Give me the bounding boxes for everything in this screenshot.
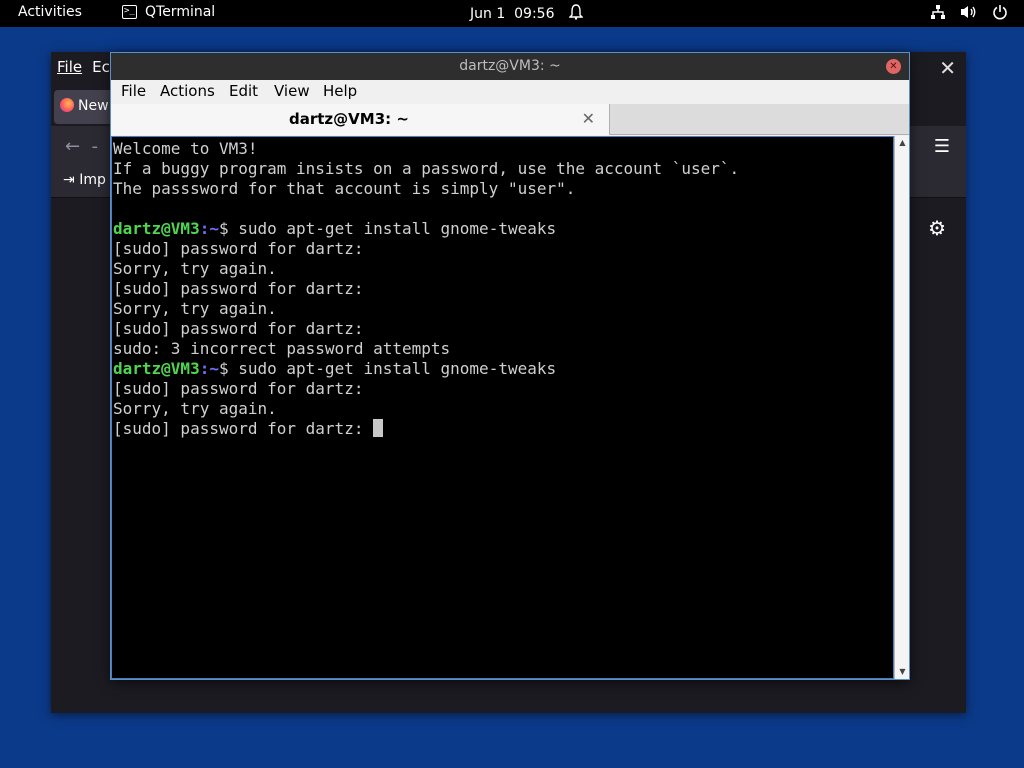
import-bookmarks-button[interactable]: ⇥ Imp — [63, 172, 106, 188]
app-name: QTerminal — [145, 4, 216, 20]
output-line: Welcome to VM3! — [113, 139, 258, 158]
scroll-down-arrow-icon[interactable]: ▼ — [896, 665, 909, 679]
text-cursor — [373, 419, 384, 437]
output-line: [sudo] password for dartz: — [113, 319, 364, 338]
system-tray[interactable] — [930, 4, 1008, 24]
prompt-path: :~ — [199, 359, 219, 378]
terminal-tab[interactable]: dartz@VM3: ~ ✕ — [111, 104, 610, 135]
network-icon — [930, 4, 946, 24]
output-line: [sudo] password for dartz: — [113, 379, 364, 398]
menu-actions[interactable]: Actions — [160, 82, 215, 100]
command-text: $ sudo apt-get install gnome-tweaks — [218, 219, 557, 238]
prompt-path: :~ — [199, 219, 219, 238]
vertical-scrollbar[interactable]: ▲ ▼ — [894, 136, 909, 679]
command-text: $ sudo apt-get install gnome-tweaks — [218, 359, 557, 378]
output-line: Sorry, try again. — [113, 299, 277, 318]
command-line: dartz@VM3:~$ sudo apt-get install gnome-… — [113, 359, 739, 379]
power-icon — [992, 4, 1008, 24]
terminal-output: Welcome to VM3! If a buggy program insist… — [113, 139, 739, 439]
scroll-up-arrow-icon[interactable]: ▲ — [896, 136, 909, 150]
app-menu[interactable]: >_ QTerminal — [122, 4, 215, 20]
browser-menu-edit[interactable]: Ec — [92, 58, 110, 76]
input-line: [sudo] password for dartz: — [113, 419, 739, 439]
import-icon: ⇥ — [63, 172, 75, 188]
output-line: [sudo] password for dartz: — [113, 279, 364, 298]
command-line: dartz@VM3:~$ sudo apt-get install gnome-… — [113, 219, 739, 239]
clock[interactable]: Jun 1 09:56 — [470, 4, 584, 24]
browser-menu-file[interactable]: File — [57, 58, 82, 76]
date: Jun 1 09:56 — [470, 6, 555, 22]
window-title: dartz@VM3: ~ — [459, 58, 561, 74]
hamburger-menu-icon[interactable]: ☰ — [934, 136, 950, 157]
menu-help[interactable]: Help — [323, 82, 357, 100]
menu-view[interactable]: View — [274, 82, 310, 100]
output-line: If a buggy program insists on a password… — [113, 159, 740, 178]
output-line: sudo: 3 incorrect password attempts — [113, 339, 451, 358]
close-icon[interactable]: ✕ — [886, 59, 901, 74]
prompt-user: dartz@VM3 — [113, 219, 200, 238]
terminal-menubar: File Actions Edit View Help — [111, 80, 909, 104]
close-icon[interactable]: ✕ — [939, 56, 956, 80]
prompt-user: dartz@VM3 — [113, 359, 200, 378]
gear-icon[interactable]: ⚙ — [928, 216, 946, 240]
activities-button[interactable]: Activities — [18, 4, 82, 20]
output-line: Sorry, try again. — [113, 259, 277, 278]
alarm-bell-icon — [567, 4, 584, 24]
terminal-titlebar[interactable]: dartz@VM3: ~ ✕ — [111, 53, 909, 80]
browser-tab-label: New — [78, 98, 109, 114]
firefox-icon — [60, 98, 74, 112]
terminal-icon: >_ — [122, 5, 137, 19]
back-arrow-icon[interactable]: ← - — [65, 136, 98, 157]
tab-title: dartz@VM3: ~ — [289, 110, 409, 128]
terminal-console[interactable]: Welcome to VM3! If a buggy program insist… — [111, 136, 894, 679]
password-prompt: [sudo] password for dartz: — [113, 419, 374, 438]
menu-file[interactable]: File — [121, 82, 146, 100]
output-line: [sudo] password for dartz: — [113, 239, 364, 258]
output-line: The passsword for that account is simply… — [113, 179, 576, 198]
terminal-window: dartz@VM3: ~ ✕ File Actions Edit View He… — [110, 52, 910, 680]
volume-icon — [960, 4, 978, 24]
terminal-tabbar: dartz@VM3: ~ ✕ — [111, 104, 909, 135]
top-bar: Activities >_ QTerminal Jun 1 09:56 — [0, 0, 1024, 27]
output-line: Sorry, try again. — [113, 399, 277, 418]
tab-close-icon[interactable]: ✕ — [582, 109, 595, 128]
menu-edit[interactable]: Edit — [229, 82, 258, 100]
